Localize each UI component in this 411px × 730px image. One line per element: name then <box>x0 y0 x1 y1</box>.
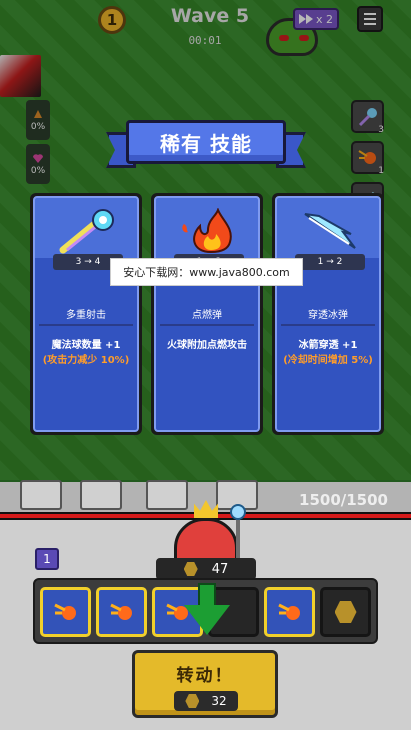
wall-merlon <box>80 480 122 510</box>
spell-slot[interactable] <box>96 587 147 637</box>
card-divider <box>160 324 254 326</box>
card-inner: 3 → 4 多重射击 魔法球数量 +1 (攻击力减少 10%) <box>33 196 139 432</box>
wall-merlon <box>20 480 62 510</box>
card-description: 冰箭穿透 +1 (冷却时间增加 5%) <box>281 338 375 368</box>
fire-icon <box>182 208 232 254</box>
skill-card-pierce-ice[interactable]: 1 → 2 穿透冰弹 冰箭穿透 +1 (冷却时间增加 5%) <box>272 193 384 435</box>
castle-hp-text: 1500/1500 <box>299 491 388 509</box>
card-warning-text: (攻击力减少 10%) <box>42 355 130 366</box>
spell-slot[interactable] <box>40 587 91 637</box>
skill-card-multishot[interactable]: 3 → 4 多重射击 魔法球数量 +1 (攻击力减少 10%) <box>30 193 142 435</box>
watermark-label: 安心下载网：www.java800.com <box>110 258 303 286</box>
banner-title: 稀有 技能 <box>126 120 286 164</box>
card-description: 火球附加点燃攻击 <box>160 338 254 353</box>
skill-card-ignite[interactable]: 1 → 2 点燃弹 火球附加点燃攻击 <box>151 193 263 435</box>
staff-orb-icon <box>230 504 246 520</box>
card-name: 点燃弹 <box>192 310 222 321</box>
card-warning-text: (冷却时间增加 5%) <box>283 355 373 366</box>
card-name: 多重射击 <box>66 310 106 321</box>
hex-coin-icon <box>183 562 198 576</box>
arrow-head <box>184 605 230 635</box>
card-desc-text: 冰箭穿透 +1 <box>298 340 358 351</box>
hex-coin-icon <box>185 694 200 708</box>
card-inner: 1 → 2 点燃弹 火球附加点燃攻击 <box>154 196 260 432</box>
card-description: 魔法球数量 +1 (攻击力减少 10%) <box>39 338 133 368</box>
spin-label: 转动！ <box>176 666 234 686</box>
card-inner: 1 → 2 穿透冰弹 冰箭穿透 +1 (冷却时间增加 5%) <box>275 196 381 432</box>
card-level: 1 → 2 <box>295 254 365 270</box>
skill-rarity-banner: 稀有 技能 <box>106 120 306 170</box>
fireball-icon <box>109 603 132 620</box>
ice-shard-icon <box>304 213 356 249</box>
fireball-icon <box>53 603 76 620</box>
spin-button[interactable]: 转动！ 32 <box>132 650 278 718</box>
fireball-icon <box>277 603 300 620</box>
gold-counter: 47 <box>156 558 256 580</box>
spell-slot[interactable] <box>264 587 315 637</box>
card-divider <box>39 324 133 326</box>
magic-orb-icon <box>59 209 114 254</box>
spin-cost-value: 32 <box>211 694 227 708</box>
spin-cost: 32 <box>174 691 238 711</box>
down-arrow-icon <box>184 583 230 635</box>
gold-value: 47 <box>211 561 229 577</box>
hex-lock-icon <box>334 601 357 623</box>
skill-card-list: 3 → 4 多重射击 魔法球数量 +1 (攻击力减少 10%) 1 → 2 点燃… <box>30 193 384 435</box>
card-divider <box>281 324 375 326</box>
card-desc-text: 火球附加点燃攻击 <box>167 340 247 351</box>
card-desc-text: 魔法球数量 +1 <box>51 340 121 351</box>
spell-slot-locked[interactable] <box>320 587 371 637</box>
card-name: 穿透冰弹 <box>308 310 348 321</box>
player-level-badge: 1 <box>35 548 59 570</box>
crown-icon <box>194 500 218 518</box>
